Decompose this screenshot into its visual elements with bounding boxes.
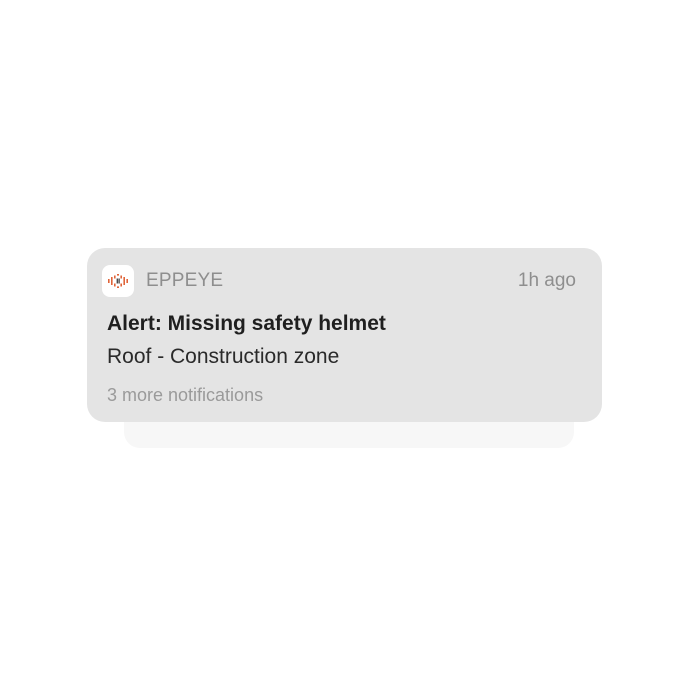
eppeye-app-icon xyxy=(102,265,134,297)
app-name: EPPEYE xyxy=(146,270,224,291)
notification-body: Roof - Construction zone xyxy=(107,345,340,368)
notification-title: Alert: Missing safety helmet xyxy=(107,312,386,335)
more-notifications-label[interactable]: 3 more notifications xyxy=(107,385,263,406)
notification-time: 1h ago xyxy=(517,270,576,291)
stacked-notifications-edge[interactable] xyxy=(124,420,574,448)
notification-stage: EPPEYE 1h ago Alert: Missing safety helm… xyxy=(0,0,700,700)
eye-logo-icon xyxy=(108,274,128,288)
